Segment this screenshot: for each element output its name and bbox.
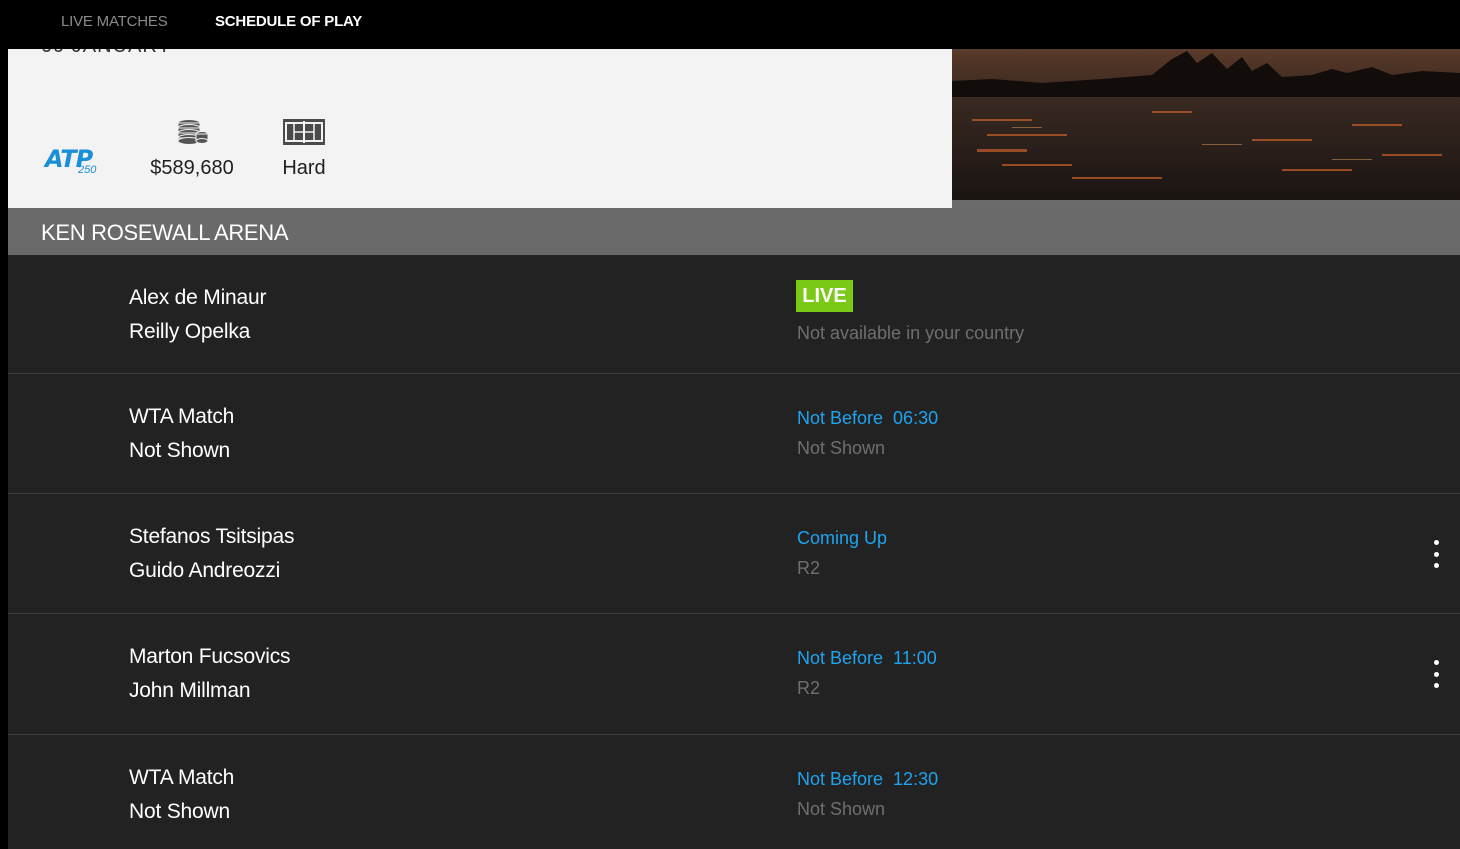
tab-live-matches[interactable]: LIVE MATCHES: [61, 13, 168, 30]
more-options-icon[interactable]: [1429, 540, 1443, 568]
status-prefix: Coming Up: [797, 528, 888, 548]
coins-stack-icon: [175, 117, 209, 147]
status-time: 11:00: [893, 648, 937, 668]
player-one-name: WTA Match: [129, 405, 235, 428]
match-subtext: Not Shown: [797, 799, 886, 819]
surface-info: Hard: [274, 117, 334, 180]
match-status: Not Before 12:30: [797, 769, 938, 790]
match-row[interactable]: Alex de Minaur Reilly Opelka LIVE Not av…: [8, 255, 1460, 374]
court-icon: [282, 117, 326, 147]
match-subtext: Not Shown: [797, 438, 886, 458]
tab-schedule-of-play[interactable]: SCHEDULE OF PLAY: [215, 13, 362, 30]
venue-photo: [952, 49, 1460, 200]
more-options-icon[interactable]: [1429, 660, 1443, 688]
match-row[interactable]: Marton Fucsovics John Millman Not Before…: [8, 614, 1460, 735]
prize-money-info: $589,680: [147, 117, 237, 180]
player-two-name: Not Shown: [129, 439, 230, 462]
player-one-name: WTA Match: [129, 766, 235, 789]
match-round: R2: [797, 678, 821, 698]
match-row[interactable]: Stefanos Tsitsipas Guido Andreozzi Comin…: [8, 494, 1460, 614]
top-nav-bar: LIVE MATCHES SCHEDULE OF PLAY: [0, 0, 1460, 49]
match-row[interactable]: WTA Match Not Shown Not Before 06:30 Not…: [8, 374, 1460, 494]
match-row[interactable]: WTA Match Not Shown Not Before 12:30 Not…: [8, 735, 1460, 849]
player-one-name: Marton Fucsovics: [129, 645, 291, 668]
match-status: Not Before 11:00: [797, 648, 937, 669]
prize-money-value: $589,680: [150, 157, 234, 179]
match-subtext: Not available in your country: [797, 323, 1025, 343]
court-header: KEN ROSEWALL ARENA: [8, 208, 1460, 255]
player-one-name: Alex de Minaur: [129, 286, 267, 309]
atp-logo-tier: 250: [78, 164, 97, 176]
player-two-name: Guido Andreozzi: [129, 559, 281, 582]
status-prefix: Not Before: [797, 408, 884, 428]
live-badge: LIVE: [796, 280, 853, 312]
status-prefix: Not Before: [797, 648, 884, 668]
player-two-name: Not Shown: [129, 800, 230, 823]
player-two-name: John Millman: [129, 679, 251, 702]
photo-bottom-strip: [952, 200, 1460, 208]
match-round: R2: [797, 558, 821, 578]
court-name: KEN ROSEWALL ARENA: [41, 220, 289, 245]
status-time: 06:30: [893, 408, 939, 428]
match-status: Coming Up: [797, 528, 887, 549]
tournament-date: 09 JANUARY: [41, 49, 172, 58]
left-edge-strip: [0, 49, 8, 848]
player-one-name: Stefanos Tsitsipas: [129, 525, 295, 548]
match-list: Alex de Minaur Reilly Opelka LIVE Not av…: [8, 255, 1460, 849]
tournament-info-panel: 09 JANUARY ATP 250: [8, 49, 952, 208]
status-prefix: Not Before: [797, 769, 884, 789]
status-time: 12:30: [893, 769, 939, 789]
player-two-name: Reilly Opelka: [129, 320, 251, 343]
surface-value: Hard: [282, 157, 326, 179]
atp-250-logo: ATP 250: [45, 145, 105, 181]
match-status: Not Before 06:30: [797, 408, 938, 429]
